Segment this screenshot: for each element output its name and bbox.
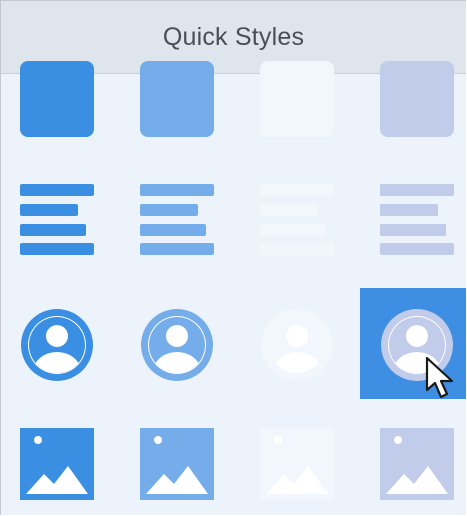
text-lines-icon <box>260 184 334 255</box>
style-2-image-thumbnail[interactable] <box>140 428 214 500</box>
style-4-text-lines-thumbnail[interactable] <box>380 184 454 256</box>
style-2-text-lines-thumbnail[interactable] <box>140 184 214 256</box>
style-4-square-thumbnail[interactable] <box>380 61 454 137</box>
person-icon <box>261 309 333 381</box>
text-lines-icon <box>140 184 214 255</box>
person-icon <box>21 309 93 381</box>
style-1-person-thumbnail[interactable] <box>20 308 94 382</box>
text-lines-icon <box>20 184 94 255</box>
style-3-person-thumbnail[interactable] <box>260 308 334 382</box>
style-4-image-thumbnail[interactable] <box>380 428 454 500</box>
style-1-text-lines-thumbnail[interactable] <box>20 184 94 256</box>
text-lines-icon <box>380 184 454 255</box>
style-3-image-thumbnail[interactable] <box>260 428 334 500</box>
image-icon <box>140 428 214 500</box>
square-icon <box>380 61 454 137</box>
style-1-square-thumbnail[interactable] <box>20 61 94 137</box>
style-1-image-thumbnail[interactable] <box>20 428 94 500</box>
image-icon <box>380 428 454 500</box>
mouse-pointer-icon <box>425 356 454 399</box>
quick-styles-panel: Quick Styles <box>0 0 466 515</box>
style-2-person-thumbnail[interactable] <box>140 308 214 382</box>
image-icon <box>260 428 334 500</box>
square-icon <box>260 61 334 137</box>
image-icon <box>20 428 94 500</box>
style-2-square-thumbnail[interactable] <box>140 61 214 137</box>
style-3-text-lines-thumbnail[interactable] <box>260 184 334 256</box>
panel-title: Quick Styles <box>162 22 305 51</box>
square-icon <box>20 61 94 137</box>
square-icon <box>140 61 214 137</box>
person-icon <box>141 309 213 381</box>
style-3-square-thumbnail[interactable] <box>260 61 334 137</box>
